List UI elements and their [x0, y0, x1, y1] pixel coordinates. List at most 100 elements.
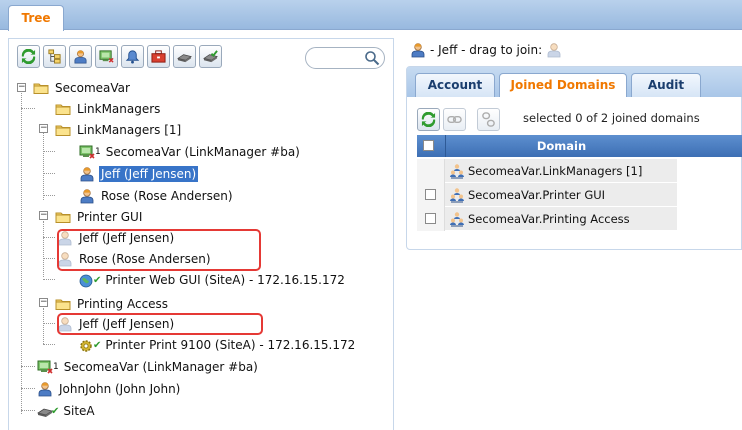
tree-toolbar [17, 45, 222, 71]
tree-node-folder[interactable]: Printer GUI [55, 206, 144, 228]
row-checkbox-cell [417, 159, 445, 183]
hierarchy-button[interactable] [43, 45, 66, 68]
user-icon [79, 188, 95, 204]
linkmanager-icon [79, 144, 95, 160]
tree-line [43, 195, 55, 196]
link-icon [447, 115, 462, 123]
tab-audit[interactable]: Audit [631, 73, 701, 97]
search-icon[interactable] [364, 50, 380, 66]
tree-panel: − − − − SecomeaVar LinkManagers LinkMana… [8, 38, 394, 430]
user-icon [79, 166, 95, 182]
bell-icon [125, 50, 140, 64]
select-all-checkbox[interactable] [423, 140, 434, 151]
tree-line [43, 237, 55, 238]
grid-header: Domain [417, 135, 742, 157]
tree-line [21, 366, 35, 367]
domain-cell: SecomeaVar.Printer GUI [445, 183, 677, 207]
collapse-toggle[interactable]: − [17, 83, 26, 92]
tree-node-user[interactable]: Rose (Rose Andersen) [79, 185, 235, 207]
top-tab-bar: Tree [0, 0, 742, 31]
check-icon: ✔ [51, 405, 60, 417]
tree-line [21, 108, 35, 109]
tab-tree[interactable]: Tree [8, 5, 64, 31]
tree-line [43, 221, 44, 277]
site-check-icon [203, 50, 218, 64]
folder-icon [55, 122, 71, 138]
tree-node-folder[interactable]: Printing Access [55, 293, 170, 315]
tree-node-site[interactable]: ✔ SiteA [37, 400, 97, 422]
tree-line [43, 279, 55, 280]
tree-node-device[interactable]: ✔ Printer Print 9100 (SiteA) - 172.16.15… [79, 334, 357, 356]
collapse-toggle[interactable]: − [39, 211, 48, 220]
refresh-icon [21, 49, 36, 64]
tree-line [43, 344, 55, 345]
collapse-toggle[interactable]: − [39, 298, 48, 307]
detail-tabs: Account Joined Domains Audit [407, 67, 742, 97]
tree-line [43, 128, 44, 200]
toolbox-button[interactable] [147, 45, 170, 68]
tree-line [21, 410, 35, 411]
table-row[interactable]: SecomeaVar.LinkManagers [1] [417, 159, 742, 183]
user-button[interactable] [69, 45, 92, 68]
selection-info: selected 0 of 2 joined domains [523, 111, 700, 125]
tree-line [21, 388, 35, 389]
tree-node-linkmanager[interactable]: 1 SecomeaVar (LinkManager #ba) [79, 141, 302, 163]
drag-to-join-hint: - Jeff - drag to join: [410, 40, 562, 60]
check-icon: ✔ [93, 274, 102, 286]
tree-node-folder[interactable]: SecomeaVar [33, 77, 132, 99]
domain-icon [449, 187, 465, 203]
domain-icon [449, 163, 465, 179]
tree-node-folder[interactable]: LinkManagers [1] [55, 119, 183, 141]
tree-node-device[interactable]: ✔ Printer Web GUI (SiteA) - 172.16.15.17… [79, 269, 347, 291]
tree-line [43, 308, 44, 344]
tab-account[interactable]: Account [415, 73, 495, 97]
refresh-icon [421, 112, 436, 127]
linkmanager-icon [99, 49, 114, 64]
site-button[interactable] [173, 45, 196, 68]
tree-node-user[interactable]: JohnJohn (John John) [37, 378, 182, 400]
refresh-button[interactable] [417, 107, 440, 131]
tree-line [43, 151, 55, 152]
tree-node-linkmanager[interactable]: 1 SecomeaVar (LinkManager #ba) [37, 356, 260, 378]
folder-icon [55, 296, 71, 312]
user-icon [73, 49, 88, 64]
tree-line [43, 323, 55, 324]
table-row[interactable]: SecomeaVar.Printer GUI [417, 183, 742, 207]
tab-joined-domains[interactable]: Joined Domains [499, 73, 627, 97]
linkmanager-button[interactable] [95, 45, 118, 68]
unlink-icon [482, 111, 495, 127]
linkmanager-icon [37, 359, 53, 375]
user-icon [410, 42, 426, 58]
details-panel: Account Joined Domains Audit selected 0 … [406, 66, 742, 250]
search-input[interactable] [305, 47, 385, 69]
folder-icon [55, 209, 71, 225]
domain-cell: SecomeaVar.Printing Access [445, 207, 677, 231]
table-row[interactable]: SecomeaVar.Printing Access [417, 207, 742, 231]
unlink-button[interactable] [477, 107, 500, 131]
user-icon [37, 381, 53, 397]
hierarchy-icon [48, 49, 61, 64]
row-checkbox[interactable] [425, 189, 436, 200]
tree-line [43, 173, 55, 174]
folder-icon [33, 80, 49, 96]
alert-button[interactable] [121, 45, 144, 68]
row-checkbox[interactable] [425, 213, 436, 224]
collapse-toggle[interactable]: − [39, 124, 48, 133]
refresh-button[interactable] [17, 45, 40, 68]
domain-icon [449, 211, 465, 227]
toolbox-icon [151, 50, 166, 63]
site-icon [177, 49, 192, 64]
row-checkbox-cell [417, 207, 445, 231]
count-badge: 1 [53, 362, 59, 372]
drop-target-icon[interactable] [546, 42, 562, 58]
row-checkbox-cell [417, 183, 445, 207]
site-check-button[interactable] [199, 45, 222, 68]
highlight-box [57, 229, 261, 271]
column-header-domain[interactable]: Domain [445, 135, 677, 157]
count-badge: 1 [95, 147, 101, 157]
tree-line [43, 258, 55, 259]
tree-node-folder[interactable]: LinkManagers [55, 98, 162, 120]
highlight-box [57, 313, 263, 335]
link-button[interactable] [443, 107, 466, 131]
tree-node-user-selected[interactable]: Jeff (Jeff Jensen) [79, 163, 199, 185]
